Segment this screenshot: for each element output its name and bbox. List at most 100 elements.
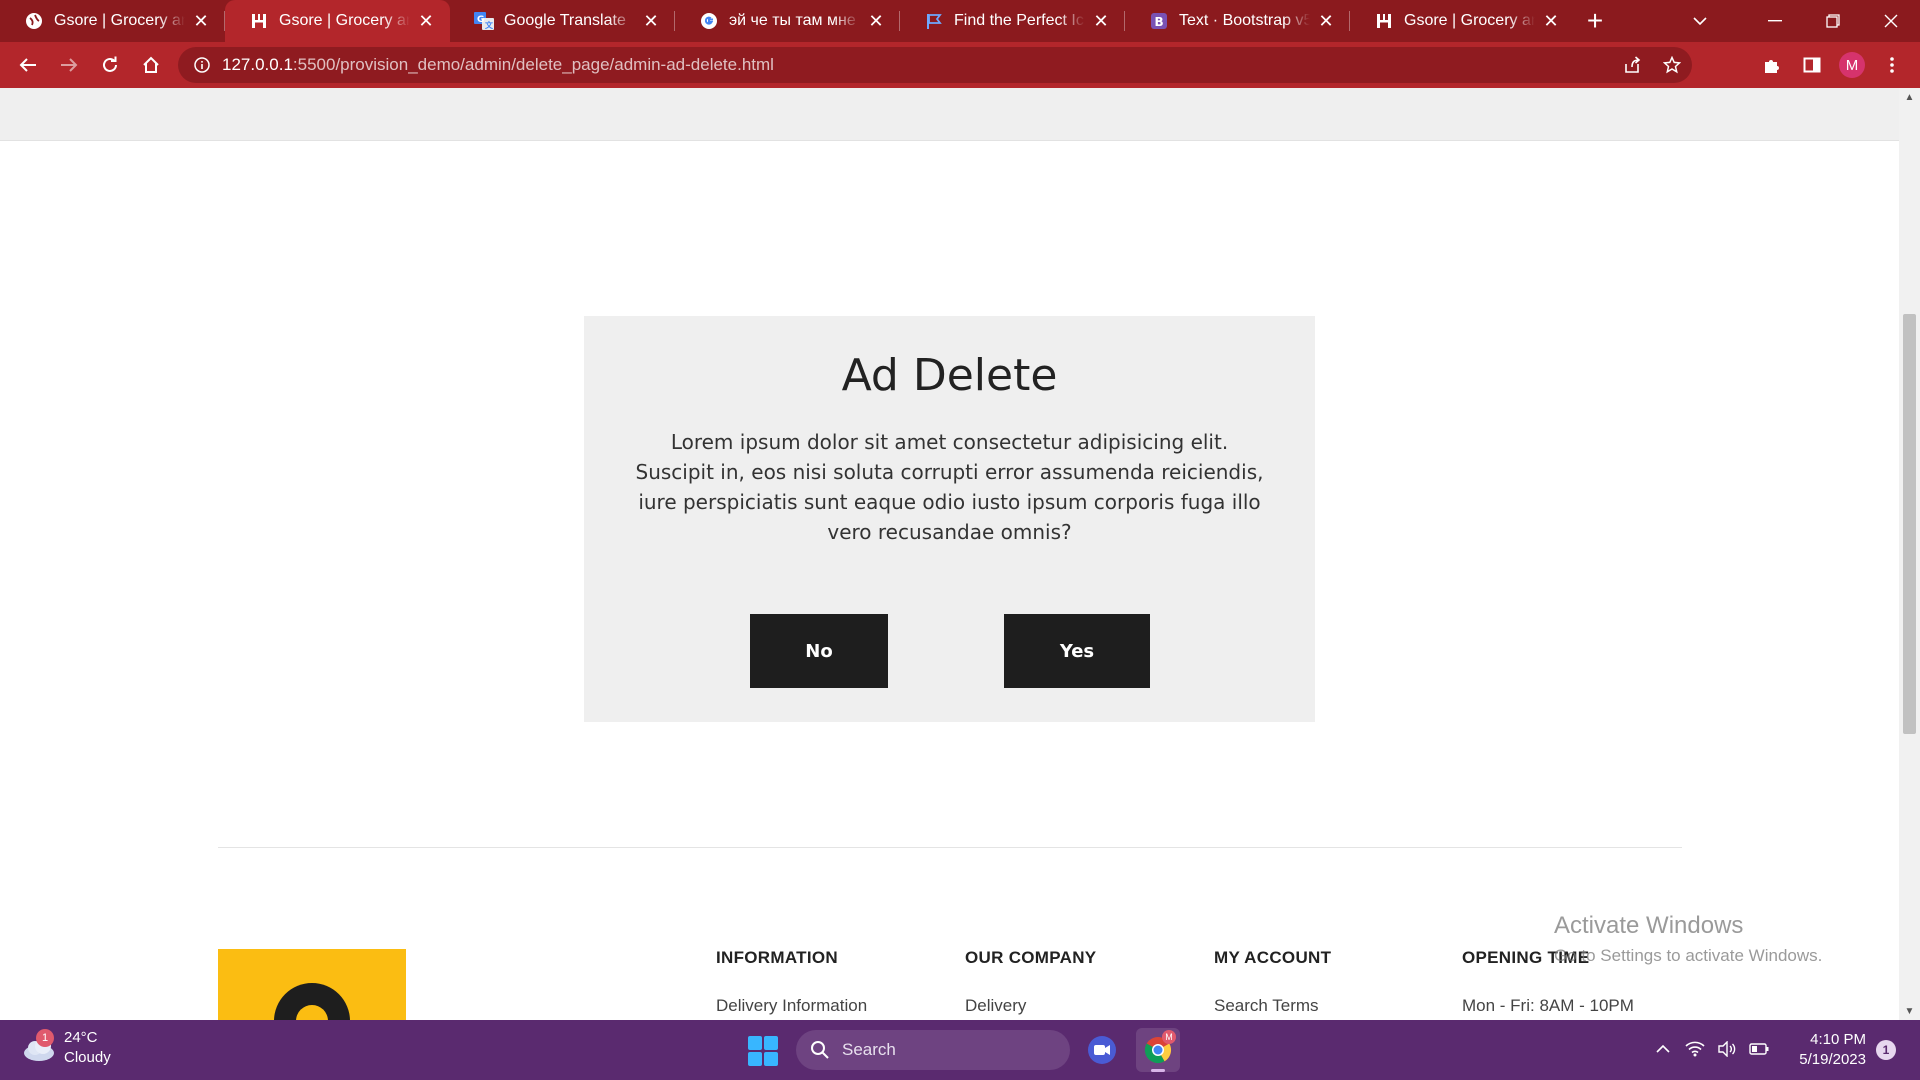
opening-hours: Mon - Fri: 8AM - 10PM	[1462, 996, 1634, 1015]
footer-divider	[218, 847, 1682, 848]
svg-text:B: B	[1155, 15, 1164, 29]
footer-link[interactable]: Delivery	[965, 996, 1096, 1016]
chevron-up-icon[interactable]	[1652, 1038, 1674, 1060]
restore-icon[interactable]	[1804, 0, 1862, 42]
extensions-puzzle-icon[interactable]	[1752, 45, 1792, 85]
close-icon[interactable]: ✕	[416, 11, 436, 31]
tab-title: Google Translate	[504, 12, 626, 29]
footer-column-information: INFORMATION Delivery Information	[716, 948, 867, 1016]
watermark-title: Activate Windows	[1554, 912, 1744, 939]
avatar: M	[1839, 52, 1865, 78]
chrome-profile-badge: M	[1162, 1030, 1176, 1044]
browser-tab[interactable]: B Text · Bootstrap v5.0 ✕	[1125, 0, 1350, 42]
taskbar-search[interactable]: Search	[796, 1030, 1070, 1070]
weather-badge: 1	[36, 1029, 54, 1047]
taskbar-clock[interactable]: 4:10 PM 5/19/2023	[1792, 1030, 1866, 1070]
header-band	[0, 88, 1899, 141]
logo-mark	[274, 983, 350, 1020]
close-icon[interactable]: ✕	[191, 11, 211, 31]
close-icon[interactable]: ✕	[1316, 11, 1336, 31]
svg-text:G: G	[477, 15, 484, 25]
toolbar-right: M	[1752, 45, 1912, 85]
h-icon	[1374, 11, 1394, 31]
window-controls	[1746, 0, 1920, 42]
scroll-up-arrow-icon[interactable]: ▲	[1899, 88, 1920, 106]
battery-icon[interactable]	[1748, 1038, 1770, 1060]
browser-tab[interactable]: Find the Perfect Icon for ✕	[900, 0, 1125, 42]
address-bar[interactable]: 127.0.0.1:5500/provision_demo/admin/dele…	[178, 47, 1692, 83]
vertical-scrollbar[interactable]: ▲ ▼	[1899, 88, 1920, 1020]
footer-link[interactable]: Search Terms	[1214, 996, 1331, 1016]
kebab-menu-icon[interactable]	[1872, 45, 1912, 85]
home-icon[interactable]	[131, 45, 171, 85]
system-tray	[1652, 1038, 1770, 1060]
tab-title: Gsore | Grocery and Organic Food	[279, 12, 410, 29]
delete-confirmation-box: Ad Delete Lorem ipsum dolor sit amet con…	[584, 316, 1315, 722]
footer-heading: INFORMATION	[716, 948, 838, 967]
browser-tab[interactable]: Gsore | Grocery and Organic Food ✕	[0, 0, 225, 42]
site-info-icon[interactable]	[194, 57, 210, 73]
footer-link[interactable]: Delivery Information	[716, 996, 867, 1016]
tab-search-chevron-icon[interactable]	[1680, 0, 1720, 42]
share-icon[interactable]	[1612, 47, 1652, 83]
tab-title: эй че ты там мне в уши	[729, 12, 860, 29]
bookmark-star-icon[interactable]	[1652, 47, 1692, 83]
scroll-thumb[interactable]	[1903, 314, 1916, 734]
omnibox-actions	[1612, 47, 1692, 83]
globe-icon	[24, 11, 44, 31]
url-host: 127.0.0.1	[222, 55, 293, 74]
confirmation-text: Lorem ipsum dolor sit amet consectetur a…	[635, 430, 1264, 544]
activate-windows-watermark: Activate Windows Go to Settings to activ…	[1554, 912, 1822, 966]
footer-logo[interactable]	[218, 949, 406, 1020]
weather-text: 24°C Cloudy	[64, 1028, 111, 1068]
clock-time: 4:10 PM	[1810, 1031, 1866, 1048]
search-icon	[811, 1041, 829, 1059]
google-icon	[699, 11, 719, 31]
tab-title: Text · Bootstrap v5.0	[1179, 12, 1310, 29]
volume-icon[interactable]	[1716, 1038, 1738, 1060]
close-icon[interactable]: ✕	[1541, 11, 1561, 31]
tab-strip: Gsore | Grocery and Organic Food ✕ Gsore…	[0, 0, 1920, 42]
tab-title: Gsore | Grocery and Organic Food	[54, 12, 185, 29]
watermark-subtitle: Go to Settings to activate Windows.	[1554, 946, 1823, 965]
new-tab-button[interactable]: +	[1575, 0, 1615, 42]
no-button[interactable]: No	[750, 614, 888, 688]
meet-video-icon[interactable]	[1086, 1034, 1118, 1066]
scroll-down-arrow-icon[interactable]: ▼	[1899, 1002, 1920, 1020]
browser-tab[interactable]: эй че ты там мне в уши ✕	[675, 0, 900, 42]
footer-heading: OUR COMPANY	[965, 948, 1097, 967]
bootstrap-icon: B	[1149, 11, 1169, 31]
tab-title: Find the Perfect Icon for	[954, 12, 1085, 29]
minimize-icon[interactable]	[1746, 0, 1804, 42]
translate-icon: G文	[474, 11, 494, 31]
footer-column-account: MY ACCOUNT Search Terms	[1214, 948, 1331, 1016]
close-icon[interactable]: ✕	[866, 11, 886, 31]
wifi-icon[interactable]	[1684, 1038, 1706, 1060]
svg-text:文: 文	[485, 20, 494, 30]
weather-widget[interactable]: 1 24°C Cloudy	[22, 1028, 111, 1068]
notification-badge[interactable]: 1	[1876, 1040, 1896, 1060]
browser-tab[interactable]: G文 Google Translate ✕	[450, 0, 675, 42]
chrome-taskbar-icon[interactable]: M	[1136, 1028, 1180, 1072]
search-placeholder: Search	[842, 1040, 896, 1059]
reload-icon[interactable]	[90, 45, 130, 85]
profile-avatar[interactable]: M	[1832, 45, 1872, 85]
windows-start-icon[interactable]	[748, 1036, 778, 1066]
close-icon[interactable]: ✕	[641, 11, 661, 31]
side-panel-icon[interactable]	[1792, 45, 1832, 85]
cloud-icon: 1	[22, 1029, 56, 1063]
forward-arrow-icon[interactable]	[49, 45, 89, 85]
browser-tab-active[interactable]: Gsore | Grocery and Organic Food ✕	[225, 0, 450, 42]
close-window-icon[interactable]	[1862, 0, 1920, 42]
url-path: :5500/provision_demo/admin/delete_page/a…	[292, 55, 774, 74]
back-arrow-icon[interactable]	[8, 45, 48, 85]
page-viewport: Ad Delete Lorem ipsum dolor sit amet con…	[0, 88, 1899, 1020]
browser-toolbar: 127.0.0.1:5500/provision_demo/admin/dele…	[0, 42, 1920, 88]
close-icon[interactable]: ✕	[1091, 11, 1111, 31]
browser-tab[interactable]: Gsore | Grocery and Organic Food ✕	[1350, 0, 1575, 42]
weather-condition: Cloudy	[64, 1049, 111, 1066]
clock-date: 5/19/2023	[1799, 1051, 1866, 1068]
footer-heading: MY ACCOUNT	[1214, 948, 1332, 967]
yes-button[interactable]: Yes	[1004, 614, 1150, 688]
running-indicator	[1151, 1069, 1165, 1072]
